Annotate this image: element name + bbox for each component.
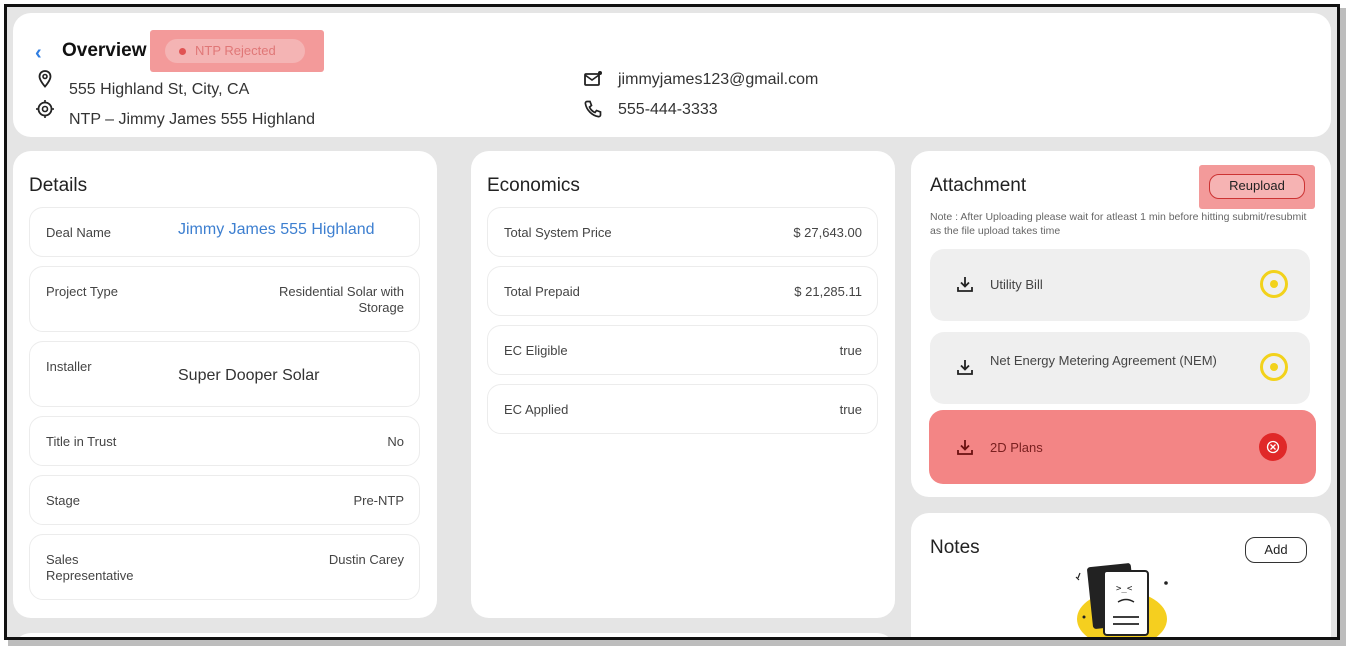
- detail-value: Residential Solar with Storage: [278, 284, 404, 315]
- attachment-item-utility-bill[interactable]: Utility Bill: [930, 249, 1310, 321]
- attachment-label: Utility Bill: [990, 277, 1043, 292]
- detail-label: Stage: [46, 493, 80, 508]
- pending-status-icon: [1260, 270, 1288, 298]
- back-chevron-icon[interactable]: ‹: [35, 43, 42, 63]
- economics-title: Economics: [487, 175, 580, 196]
- upload-note: Note : After Uploading please wait for a…: [930, 211, 1307, 237]
- economics-label: Total System Price: [504, 225, 612, 240]
- detail-row-sales-rep: Sales Representative Dustin Carey: [29, 534, 420, 600]
- detail-row-stage: Stage Pre-NTP: [29, 475, 420, 525]
- detail-value: Dustin Carey: [328, 552, 404, 567]
- economics-value: true: [839, 402, 862, 417]
- pending-status-icon: [1260, 353, 1288, 381]
- location-pin-icon: [38, 70, 52, 88]
- detail-row-deal-name: Deal Name Jimmy James 555 Highland: [29, 207, 420, 257]
- detail-value: Super Dooper Solar: [178, 367, 320, 384]
- svg-text:>_<: >_<: [1116, 584, 1133, 594]
- email-text[interactable]: jimmyjames123@gmail.com: [618, 71, 818, 89]
- economics-value: $ 21,285.11: [794, 284, 862, 299]
- app-window: ‹ Overview NTP Rejected 555 Highland St,…: [4, 4, 1340, 640]
- detail-row-installer: Installer Super Dooper Solar: [29, 341, 420, 407]
- mail-icon: [584, 71, 602, 86]
- download-icon[interactable]: [956, 358, 974, 376]
- phone-text[interactable]: 555-444-3333: [618, 101, 718, 119]
- economics-row-total-system-price: Total System Price $ 27,643.00: [487, 207, 878, 257]
- bottom-card: [13, 633, 895, 637]
- detail-label: Project Type: [46, 284, 119, 299]
- economics-row-ec-eligible: EC Eligible true: [487, 325, 878, 375]
- detail-label: Title in Trust: [46, 434, 117, 449]
- detail-label: Sales Representative: [46, 552, 134, 583]
- economics-value: $ 27,643.00: [793, 225, 862, 240]
- details-card: Details Deal Name Jimmy James 555 Highla…: [13, 151, 437, 618]
- add-note-button[interactable]: Add: [1245, 537, 1307, 563]
- target-icon: [36, 100, 54, 118]
- project-name-text: NTP – Jimmy James 555 Highland: [69, 111, 316, 128]
- economics-label: Total Prepaid: [504, 284, 580, 299]
- details-title: Details: [29, 175, 88, 196]
- detail-value: No: [387, 434, 404, 449]
- deal-name-link[interactable]: Jimmy James 555 Highland: [178, 222, 398, 238]
- attachment-item-nem[interactable]: Net Energy Metering Agreement (NEM): [930, 332, 1310, 404]
- empty-notes-illustration: >_<: [1075, 563, 1168, 637]
- economics-row-ec-applied: EC Applied true: [487, 384, 878, 434]
- detail-row-title-in-trust: Title in Trust No: [29, 416, 420, 466]
- phone-icon: [584, 100, 602, 118]
- economics-label: EC Applied: [504, 402, 569, 417]
- economics-row-total-prepaid: Total Prepaid $ 21,285.11: [487, 266, 878, 316]
- rejected-status-icon: [1259, 433, 1287, 461]
- download-icon[interactable]: [956, 438, 974, 456]
- economics-card: Economics Total System Price $ 27,643.00…: [471, 151, 895, 618]
- attachment-label: Net Energy Metering Agreement (NEM): [990, 353, 1217, 368]
- economics-label: EC Eligible: [504, 343, 568, 358]
- attachment-title: Attachment: [930, 175, 1027, 196]
- status-label: NTP Rejected: [195, 43, 276, 58]
- attachment-item-2d-plans[interactable]: 2D Plans: [929, 410, 1316, 484]
- status-dot-icon: [179, 48, 186, 56]
- detail-label: Deal Name: [46, 225, 112, 240]
- attachment-label: 2D Plans: [990, 440, 1043, 455]
- notes-title: Notes: [930, 537, 980, 558]
- detail-label: Installer: [46, 359, 92, 374]
- economics-value: true: [839, 343, 862, 358]
- detail-row-project-type: Project Type Residential Solar with Stor…: [29, 266, 420, 332]
- overview-header: ‹ Overview NTP Rejected 555 Highland St,…: [13, 13, 1331, 137]
- status-badge: NTP Rejected: [165, 39, 305, 63]
- address-text: 555 Highland St, City, CA: [69, 81, 250, 98]
- detail-value: Pre-NTP: [353, 493, 404, 508]
- page-title: Overview: [62, 40, 147, 61]
- notes-card: Notes Add >_<: [911, 513, 1331, 637]
- download-icon[interactable]: [956, 275, 974, 293]
- reupload-button[interactable]: Reupload: [1209, 174, 1305, 199]
- attachment-card: Attachment Reupload Note : After Uploadi…: [911, 151, 1331, 497]
